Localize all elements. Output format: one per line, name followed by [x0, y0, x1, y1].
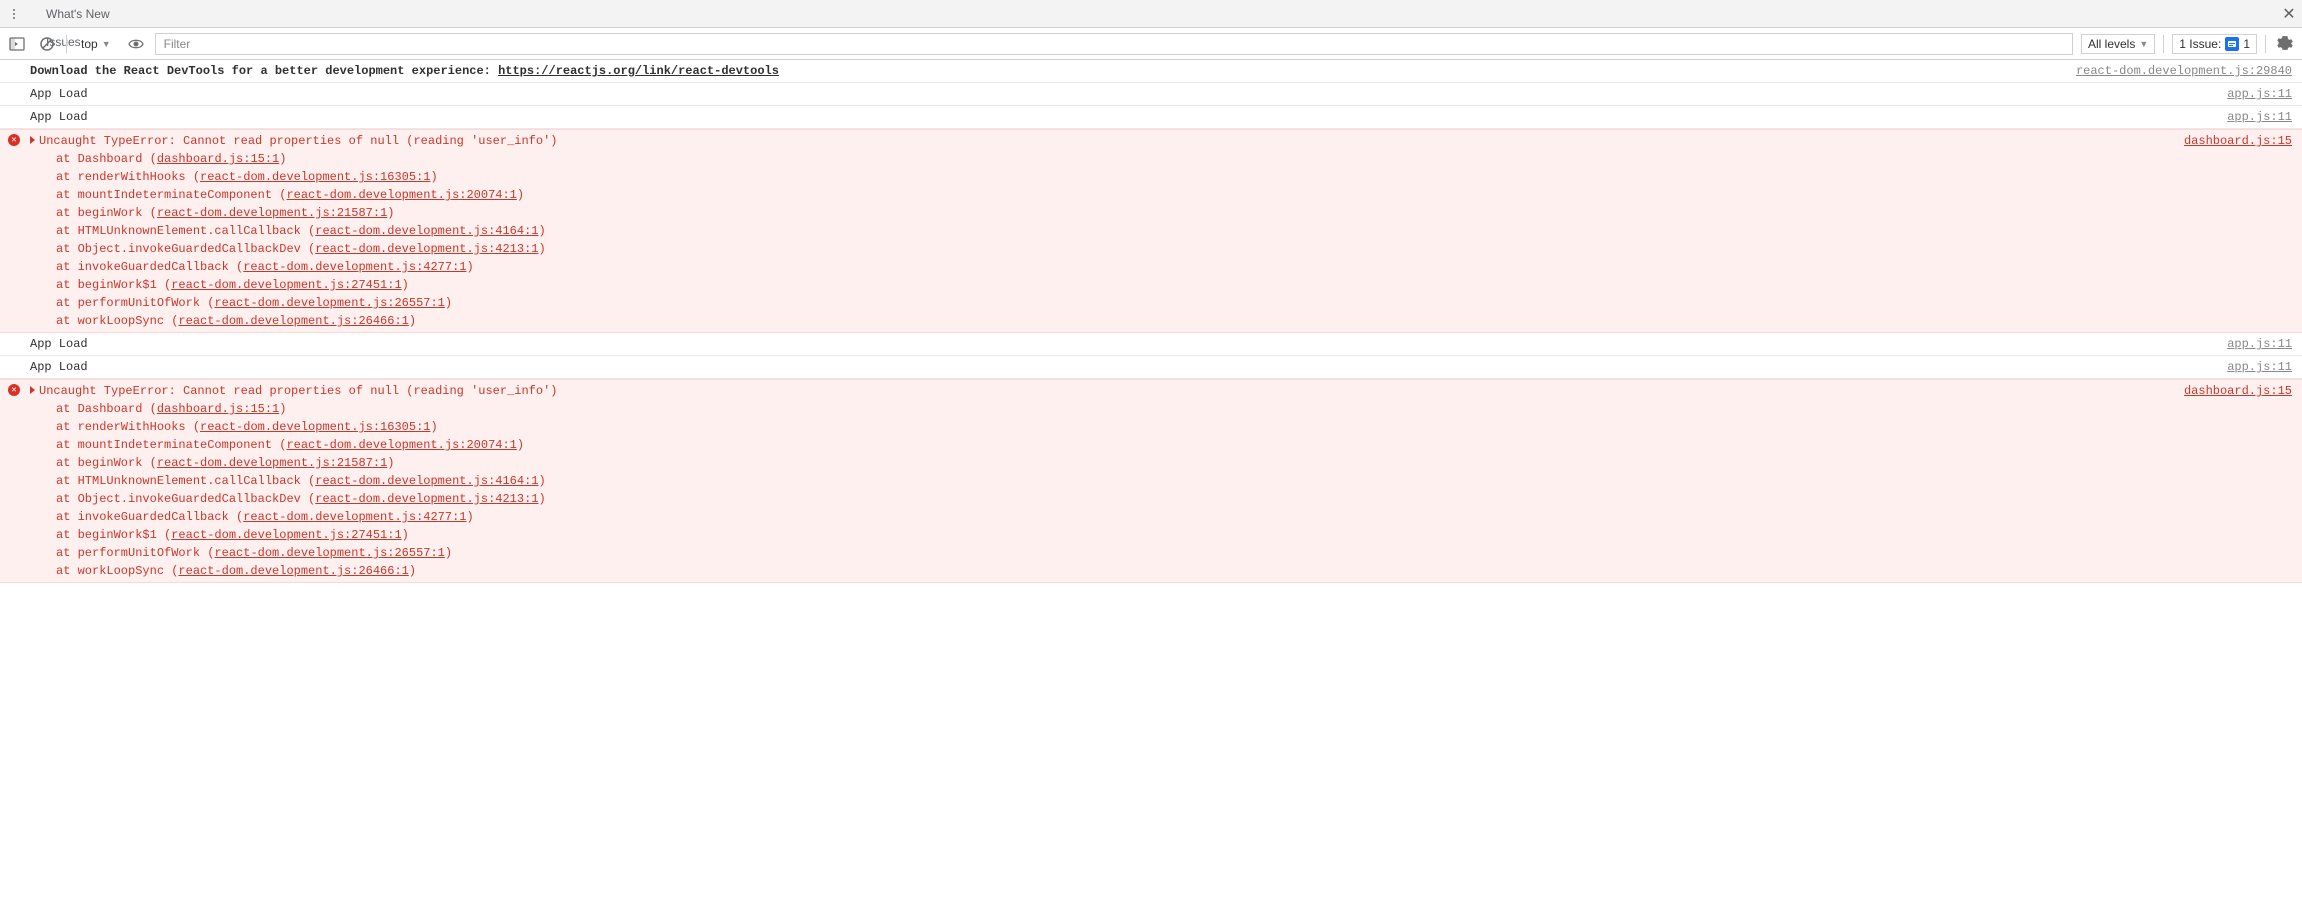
- log-message: App Load: [30, 85, 2207, 103]
- divider: [66, 35, 67, 53]
- chevron-down-icon: ▼: [102, 39, 111, 49]
- context-label: top: [81, 37, 98, 51]
- stack-frame: at renderWithHooks (react-dom.developmen…: [56, 168, 2164, 186]
- source-link[interactable]: app.js:11: [2227, 358, 2292, 376]
- live-expression-button[interactable]: [125, 33, 147, 55]
- stack-frame: at HTMLUnknownElement.callCallback (reac…: [56, 222, 2164, 240]
- source-link[interactable]: dashboard.js:15: [2184, 382, 2292, 400]
- expand-toggle[interactable]: [30, 386, 35, 394]
- close-drawer-button[interactable]: ✕: [2282, 7, 2296, 21]
- levels-label: All levels: [2088, 37, 2135, 51]
- source-link[interactable]: react-dom.development.js:26466:1: [178, 564, 408, 578]
- stack-frame: at mountIndeterminateComponent (react-do…: [56, 186, 2164, 204]
- console-row: Download the React DevTools for a better…: [0, 60, 2302, 83]
- source-link[interactable]: react-dom.development.js:4277:1: [243, 510, 466, 524]
- stack-frame: at Object.invokeGuardedCallbackDev (reac…: [56, 240, 2164, 258]
- source-link[interactable]: app.js:11: [2227, 335, 2292, 353]
- divider: [2163, 35, 2164, 53]
- message-link[interactable]: https://reactjs.org/link/react-devtools: [498, 64, 779, 78]
- filter-input[interactable]: [155, 33, 2073, 55]
- console-output: Download the React DevTools for a better…: [0, 60, 2302, 583]
- stack-frame: at invokeGuardedCallback (react-dom.deve…: [56, 258, 2164, 276]
- source-link[interactable]: dashboard.js:15:1: [157, 152, 279, 166]
- stack-frame: at beginWork (react-dom.development.js:2…: [56, 454, 2164, 472]
- source-link[interactable]: react-dom.development.js:26557:1: [214, 546, 444, 560]
- stack-frame: at workLoopSync (react-dom.development.j…: [56, 562, 2164, 580]
- more-tabs-button[interactable]: [6, 6, 22, 22]
- stack-frame: at workLoopSync (react-dom.development.j…: [56, 312, 2164, 330]
- source-link[interactable]: react-dom.development.js:21587:1: [157, 456, 387, 470]
- console-settings-button[interactable]: [2274, 33, 2296, 55]
- source-link[interactable]: react-dom.development.js:4164:1: [315, 474, 538, 488]
- issues-label: 1 Issue:: [2179, 37, 2221, 51]
- gear-icon: [2277, 36, 2293, 52]
- console-row: ✕ Uncaught TypeError: Cannot read propert…: [0, 129, 2302, 333]
- sidebar-icon: [9, 36, 25, 52]
- stack-frame: at performUnitOfWork (react-dom.developm…: [56, 544, 2164, 562]
- source-link[interactable]: dashboard.js:15: [2184, 132, 2292, 150]
- stack-frame: at performUnitOfWork (react-dom.developm…: [56, 294, 2164, 312]
- issues-chip[interactable]: 1 Issue: 1: [2172, 34, 2257, 54]
- source-link[interactable]: react-dom.development.js:16305:1: [200, 420, 430, 434]
- source-link[interactable]: react-dom.development.js:20074:1: [286, 438, 516, 452]
- divider: [2265, 35, 2266, 53]
- stack-trace: at Dashboard (dashboard.js:15:1)at rende…: [30, 150, 2164, 330]
- source-link[interactable]: react-dom.development.js:20074:1: [286, 188, 516, 202]
- stack-frame: at Dashboard (dashboard.js:15:1): [56, 400, 2164, 418]
- console-row: App Load app.js:11: [0, 356, 2302, 379]
- source-link[interactable]: react-dom.development.js:4277:1: [243, 260, 466, 274]
- source-link[interactable]: react-dom.development.js:4213:1: [315, 242, 538, 256]
- stack-frame: at invokeGuardedCallback (react-dom.deve…: [56, 508, 2164, 526]
- log-levels-dropdown[interactable]: All levels ▼: [2081, 34, 2155, 54]
- source-link[interactable]: app.js:11: [2227, 85, 2292, 103]
- context-selector[interactable]: top ▼: [75, 35, 117, 53]
- log-message: Download the React DevTools for a better…: [30, 62, 2056, 80]
- source-link[interactable]: react-dom.development.js:16305:1: [200, 170, 430, 184]
- clear-console-button[interactable]: [36, 33, 58, 55]
- tab-what-s-new[interactable]: What's New: [32, 0, 124, 28]
- toggle-sidebar-button[interactable]: [6, 33, 28, 55]
- eye-icon: [128, 36, 144, 52]
- source-link[interactable]: app.js:11: [2227, 108, 2292, 126]
- stack-frame: at beginWork$1 (react-dom.development.js…: [56, 276, 2164, 294]
- devtools-tabbar: ConsoleWhat's NewIssues ✕: [0, 0, 2302, 28]
- expand-toggle[interactable]: [30, 136, 35, 144]
- console-row: ✕ Uncaught TypeError: Cannot read propert…: [0, 379, 2302, 583]
- no-entry-icon: [39, 36, 55, 52]
- console-row: App Load app.js:11: [0, 333, 2302, 356]
- stack-frame: at mountIndeterminateComponent (react-do…: [56, 436, 2164, 454]
- source-link[interactable]: react-dom.development.js:26466:1: [178, 314, 408, 328]
- log-message: App Load: [30, 335, 2207, 353]
- issues-count: 1: [2243, 37, 2250, 51]
- source-link[interactable]: react-dom.development.js:27451:1: [171, 278, 401, 292]
- source-link[interactable]: dashboard.js:15:1: [157, 402, 279, 416]
- source-link[interactable]: react-dom.development.js:26557:1: [214, 296, 444, 310]
- log-message: App Load: [30, 108, 2207, 126]
- error-message: Uncaught TypeError: Cannot read properti…: [39, 134, 557, 148]
- console-row: App Load app.js:11: [0, 83, 2302, 106]
- source-link[interactable]: react-dom.development.js:29840: [2076, 62, 2292, 80]
- stack-trace: at Dashboard (dashboard.js:15:1)at rende…: [30, 400, 2164, 580]
- console-row: App Load app.js:11: [0, 106, 2302, 129]
- stack-frame: at beginWork (react-dom.development.js:2…: [56, 204, 2164, 222]
- stack-frame: at beginWork$1 (react-dom.development.js…: [56, 526, 2164, 544]
- stack-frame: at renderWithHooks (react-dom.developmen…: [56, 418, 2164, 436]
- stack-frame: at Object.invokeGuardedCallbackDev (reac…: [56, 490, 2164, 508]
- source-link[interactable]: react-dom.development.js:27451:1: [171, 528, 401, 542]
- stack-frame: at Dashboard (dashboard.js:15:1): [56, 150, 2164, 168]
- error-message: Uncaught TypeError: Cannot read properti…: [39, 384, 557, 398]
- issue-icon: [2225, 37, 2239, 51]
- source-link[interactable]: react-dom.development.js:4213:1: [315, 492, 538, 506]
- error-icon: ✕: [8, 134, 20, 146]
- error-icon: ✕: [8, 384, 20, 396]
- log-message: App Load: [30, 358, 2207, 376]
- source-link[interactable]: react-dom.development.js:4164:1: [315, 224, 538, 238]
- chevron-down-icon: ▼: [2139, 39, 2148, 49]
- console-toolbar: top ▼ All levels ▼ 1 Issue: 1: [0, 28, 2302, 60]
- source-link[interactable]: react-dom.development.js:21587:1: [157, 206, 387, 220]
- stack-frame: at HTMLUnknownElement.callCallback (reac…: [56, 472, 2164, 490]
